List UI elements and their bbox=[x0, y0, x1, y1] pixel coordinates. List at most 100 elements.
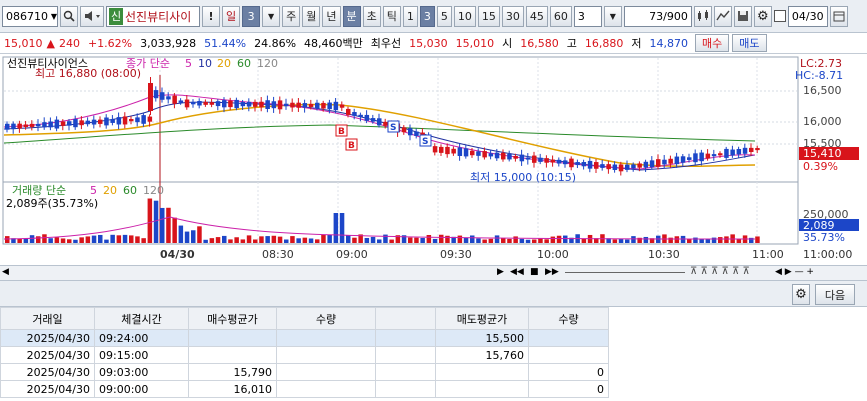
time-label: 08:30 bbox=[262, 248, 294, 261]
volume-bar bbox=[67, 239, 72, 243]
period-minute-button[interactable]: 분 bbox=[342, 5, 361, 27]
alert-icon[interactable]: ! bbox=[202, 5, 220, 27]
time-label: 04/30 bbox=[160, 248, 195, 261]
volume-bar bbox=[513, 236, 518, 243]
candle-body bbox=[246, 101, 252, 107]
candle-body bbox=[519, 154, 525, 162]
table-row[interactable]: 2025/04/30 09:03:00 15,790 0 bbox=[0, 363, 609, 381]
volume-bar bbox=[17, 238, 22, 243]
volume-bar bbox=[129, 235, 134, 243]
gear-icon[interactable]: ⚙ bbox=[753, 5, 772, 27]
minute-30-button[interactable]: 30 bbox=[501, 5, 524, 27]
candle-body bbox=[85, 120, 91, 125]
price-chart[interactable]: BBSS 선진뷰티사이언스 종가 단순 5 10 20 60 120 최고 16… bbox=[0, 55, 867, 265]
volume-bar bbox=[550, 236, 556, 243]
candle-body bbox=[172, 95, 177, 104]
candle-body bbox=[550, 159, 556, 163]
cell-buy-avg: 15,790 bbox=[188, 363, 277, 381]
chevron-down-icon[interactable]: ▼ bbox=[262, 5, 281, 27]
period-tick-button[interactable]: 틱 bbox=[382, 5, 401, 27]
chevron-down-icon[interactable]: ▼ bbox=[603, 5, 622, 27]
volume-bar bbox=[699, 239, 704, 243]
volume-bar bbox=[482, 239, 487, 243]
candle-body bbox=[724, 148, 729, 158]
minute-45-button[interactable]: 45 bbox=[525, 5, 548, 27]
stop-icon[interactable]: ■ bbox=[530, 267, 539, 277]
range-input[interactable]: 73 /900 bbox=[623, 5, 692, 27]
rewind-icon[interactable]: ◀◀ bbox=[510, 267, 524, 277]
chart-scrollbar[interactable]: ◀ ▶ ◀◀ ■ ▶▶ ⊼ ⊼ ⊼ ⊼ ⊼ ⊼ ◀ ▶ — + bbox=[0, 265, 867, 281]
candle-body bbox=[228, 100, 233, 108]
chevron-down-icon[interactable]: ▼ bbox=[51, 12, 57, 21]
minute-10-button[interactable]: 10 bbox=[453, 5, 476, 27]
search-icon[interactable] bbox=[60, 5, 78, 27]
volume-bar bbox=[556, 235, 562, 243]
save-icon[interactable] bbox=[733, 5, 752, 27]
minute-15-button[interactable]: 15 bbox=[477, 5, 500, 27]
chart-tool-icon[interactable] bbox=[713, 5, 732, 27]
minute-5-button[interactable]: 5 bbox=[436, 5, 452, 27]
count-input[interactable]: 3 bbox=[573, 5, 602, 27]
period-year-button[interactable]: 년 bbox=[322, 5, 341, 27]
cell-buy-avg bbox=[188, 346, 277, 364]
forward-icon[interactable]: ▶▶ bbox=[545, 267, 559, 277]
period-value[interactable]: 3 bbox=[242, 5, 261, 27]
volume-bar bbox=[42, 234, 47, 243]
table-row[interactable]: 2025/04/30 09:00:00 16,010 0 bbox=[0, 380, 609, 398]
period-month-button[interactable]: 월 bbox=[302, 5, 321, 27]
volume-bar bbox=[122, 234, 128, 243]
period-second-button[interactable]: 초 bbox=[362, 5, 381, 27]
cell-blank bbox=[375, 329, 436, 347]
candle-settings-icon[interactable] bbox=[693, 5, 712, 27]
volume-bar bbox=[352, 237, 357, 243]
candle-body bbox=[699, 152, 704, 162]
volume-bar bbox=[36, 236, 41, 243]
candle-body bbox=[674, 156, 680, 165]
volume-bar bbox=[618, 238, 624, 243]
stock-name-box[interactable]: 신 선진뷰티사이 bbox=[106, 5, 200, 27]
volume-bar bbox=[488, 238, 494, 243]
date-checkbox[interactable] bbox=[773, 10, 786, 22]
candle-body bbox=[649, 160, 655, 168]
stock-code-input[interactable]: 086710 ▼ bbox=[2, 5, 58, 27]
cell-sell-avg: 15,500 bbox=[435, 329, 529, 347]
candle-body bbox=[501, 152, 506, 160]
next-button[interactable]: 다음 bbox=[815, 284, 855, 305]
scroll-left-icon[interactable]: ◀ bbox=[2, 267, 9, 277]
buy-button[interactable]: 매수 bbox=[695, 34, 730, 52]
volume-bar bbox=[23, 238, 29, 243]
calendar-icon[interactable] bbox=[829, 5, 848, 27]
speaker-icon[interactable] bbox=[80, 5, 104, 27]
volume-bar bbox=[563, 235, 568, 243]
volume-bar bbox=[631, 236, 636, 243]
minute-60-button[interactable]: 60 bbox=[549, 5, 572, 27]
drawing-tools[interactable]: ⊼ ⊼ ⊼ ⊼ ⊼ ⊼ bbox=[690, 266, 750, 277]
volume-bar bbox=[203, 239, 208, 243]
pct2: 24.86% bbox=[254, 36, 297, 50]
price-tick-16500: 16,500 bbox=[803, 84, 842, 97]
period-week-button[interactable]: 주 bbox=[282, 5, 301, 27]
zoom-slider[interactable] bbox=[565, 272, 685, 273]
best-quote-label: 최우선 bbox=[370, 37, 402, 50]
play-icon[interactable]: ▶ bbox=[497, 267, 504, 277]
trade-marker-label: B bbox=[348, 141, 355, 151]
time-label: 09:00 bbox=[336, 248, 368, 261]
period-day-button[interactable]: 일 bbox=[222, 5, 241, 27]
minute-3-button[interactable]: 3 bbox=[419, 5, 435, 27]
cell-sell-avg: 15,760 bbox=[435, 346, 529, 364]
table-row[interactable]: 2025/04/30 09:24:00 15,500 bbox=[0, 329, 609, 347]
gear-icon[interactable]: ⚙ bbox=[792, 284, 810, 305]
minute-1-button[interactable]: 1 bbox=[402, 5, 418, 27]
stock-name: 선진뷰티사이 bbox=[125, 9, 192, 24]
candle-body bbox=[265, 100, 270, 109]
candle-body bbox=[290, 102, 295, 108]
volume-bar bbox=[501, 238, 506, 243]
candle-body bbox=[612, 164, 618, 170]
volume-ma20: 20 bbox=[103, 184, 117, 197]
date-input[interactable]: 04/30 bbox=[787, 5, 828, 27]
scroll-right-icon[interactable]: ◀ ▶ — + bbox=[775, 267, 814, 277]
table-row[interactable]: 2025/04/30 09:15:00 15,760 bbox=[0, 346, 609, 364]
sell-button[interactable]: 매도 bbox=[732, 34, 767, 52]
candle-body bbox=[178, 100, 184, 103]
volume-bar bbox=[73, 239, 78, 243]
